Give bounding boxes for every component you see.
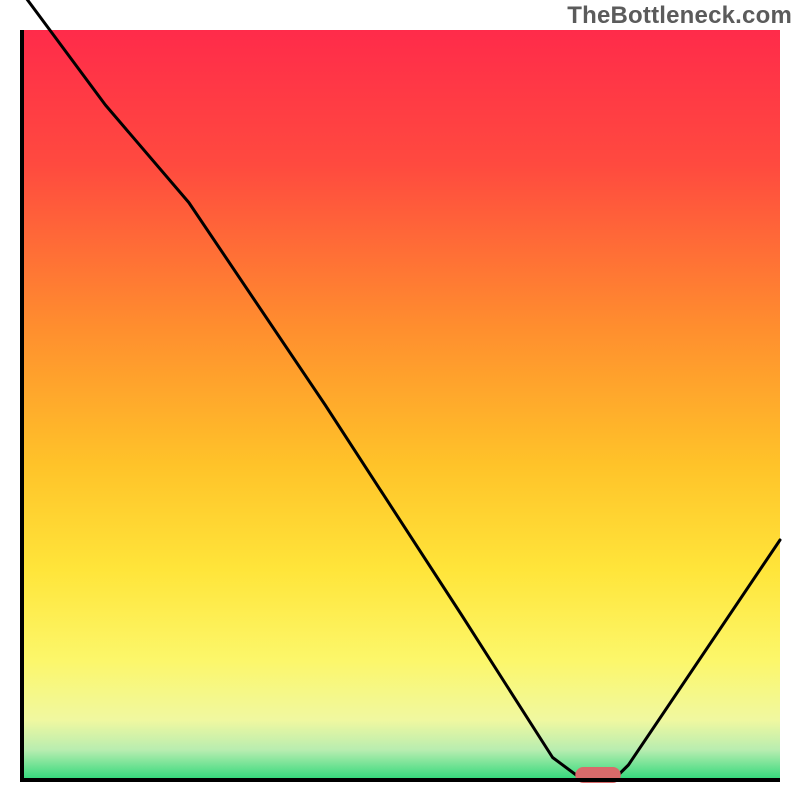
plot-area (22, 0, 780, 783)
bottleneck-chart (0, 0, 800, 800)
chart-container: TheBottleneck.com (0, 0, 800, 800)
watermark-text: TheBottleneck.com (567, 2, 792, 30)
